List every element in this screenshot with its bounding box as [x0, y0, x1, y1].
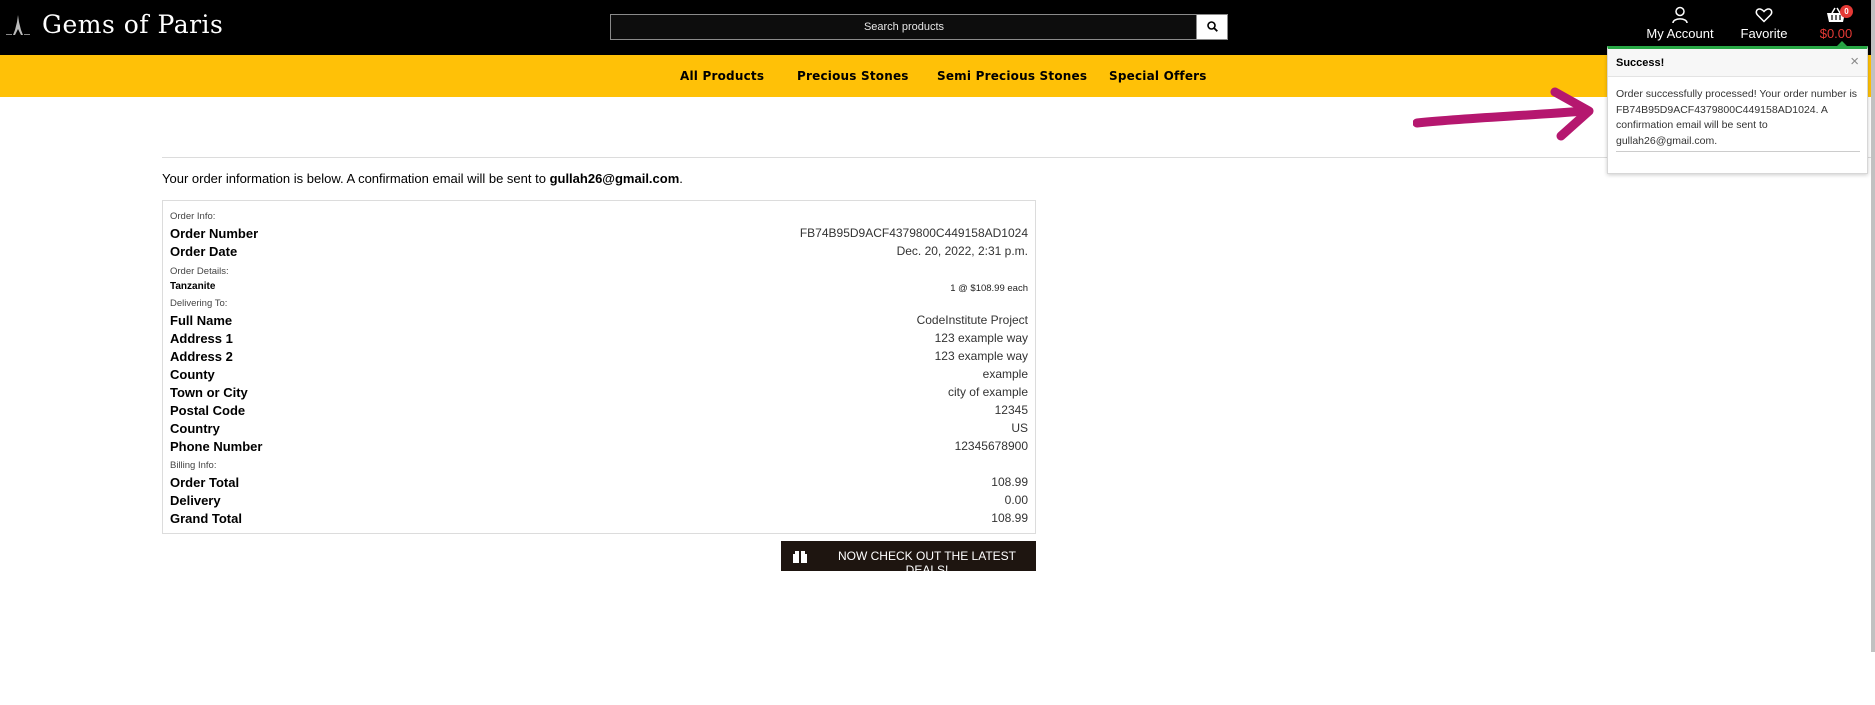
user-icon — [1672, 6, 1688, 24]
search-bar — [610, 14, 1228, 40]
delivery-value: 0.00 — [1004, 493, 1028, 507]
page-scrollbar[interactable] — [1871, 0, 1875, 652]
address2-label: Address 2 — [170, 349, 233, 364]
my-account-link[interactable]: My Account — [1643, 6, 1717, 41]
success-toast: Success! × Order successfully processed!… — [1607, 46, 1868, 174]
order-date-row: Order Date Dec. 20, 2022, 2:31 p.m. — [170, 244, 1028, 260]
grand-total-value: 108.99 — [991, 511, 1028, 525]
latest-deals-button[interactable]: Now check out the latest deals! — [781, 541, 1036, 577]
address2-value: 123 example way — [934, 349, 1028, 363]
nav-special-offers[interactable]: Special Offers — [1109, 69, 1207, 83]
town-value: city of example — [947, 385, 1028, 399]
close-icon[interactable]: × — [1850, 53, 1859, 70]
county-value: example — [982, 367, 1028, 381]
toast-title: Success! — [1616, 57, 1665, 69]
intro-end: . — [679, 171, 683, 186]
toast-divider — [1616, 151, 1860, 152]
nav-precious-stones[interactable]: Precious Stones — [797, 69, 909, 83]
search-icon — [1207, 21, 1218, 32]
order-number-row: Order Number FB74B95D9ACF4379800C449158A… — [170, 226, 1028, 242]
country-row: Country US — [170, 421, 1028, 437]
cart-count-badge: 0 — [1840, 5, 1853, 18]
top-navbar: Gems of Paris My Account Favorite 0 $0.0 — [0, 0, 1875, 55]
country-value: US — [1011, 421, 1028, 435]
order-total-row: Order Total 108.99 — [170, 475, 1028, 491]
delivery-label: Delivery — [170, 493, 221, 508]
order-date-label: Order Date — [170, 244, 238, 259]
postal-code-value: 12345 — [994, 403, 1028, 417]
order-summary-box: Order Info: Order Number FB74B95D9ACF437… — [162, 200, 1036, 534]
full-name-row: Full Name CodeInstitute Project — [170, 313, 1028, 329]
order-date-value: Dec. 20, 2022, 2:31 p.m. — [896, 244, 1028, 258]
nav-all-products[interactable]: All Products — [680, 69, 764, 83]
intro-text: Your order information is below. A confi… — [162, 171, 550, 186]
latest-deals-label: Now check out the latest deals! — [837, 549, 1017, 577]
search-button[interactable] — [1196, 15, 1227, 39]
address1-value: 123 example way — [934, 331, 1028, 345]
full-name-label: Full Name — [170, 313, 233, 328]
favorite-label: Favorite — [1740, 26, 1788, 41]
postal-code-label: Postal Code — [170, 403, 246, 418]
county-label: County — [170, 367, 215, 382]
billing-info-heading: Billing Info: — [170, 460, 217, 471]
address1-row: Address 1 123 example way — [170, 331, 1028, 347]
phone-label: Phone Number — [170, 439, 263, 454]
heart-icon — [1755, 8, 1773, 23]
phone-row: Phone Number 12345678900 — [170, 439, 1028, 455]
eiffel-tower-logo-icon[interactable] — [6, 14, 30, 36]
order-details-heading: Order Details: — [170, 266, 229, 277]
order-total-value: 108.99 — [991, 475, 1028, 489]
order-total-label: Order Total — [170, 475, 240, 490]
brand-logo-text[interactable]: Gems of Paris — [42, 10, 223, 39]
item-name: Tanzanite — [170, 281, 216, 292]
address1-label: Address 1 — [170, 331, 233, 346]
grand-total-row: Grand Total 108.99 — [170, 511, 1028, 527]
county-row: County example — [170, 367, 1028, 383]
address2-row: Address 2 123 example way — [170, 349, 1028, 365]
full-name-value: CodeInstitute Project — [916, 313, 1028, 327]
cart-total: $0.00 — [1819, 26, 1853, 41]
my-account-label: My Account — [1646, 26, 1714, 41]
item-qty-price: 1 @ $108.99 each — [950, 283, 1028, 294]
postal-code-row: Postal Code 12345 — [170, 403, 1028, 419]
town-label: Town or City — [170, 385, 248, 400]
favorite-link[interactable]: Favorite — [1735, 6, 1793, 41]
country-label: Country — [170, 421, 220, 436]
grand-total-label: Grand Total — [170, 511, 242, 526]
shopping-cart-link[interactable]: 0 $0.00 — [1816, 5, 1856, 41]
order-number-value: FB74B95D9ACF4379800C449158AD1024 — [799, 226, 1028, 240]
gift-icon — [793, 551, 807, 563]
search-input[interactable] — [611, 15, 1197, 39]
toast-header: Success! × — [1608, 49, 1867, 77]
delivery-row: Delivery 0.00 — [170, 493, 1028, 509]
order-number-label: Order Number — [170, 226, 259, 241]
toast-message: Order successfully processed! Your order… — [1616, 88, 1858, 147]
annotation-arrow-icon — [1413, 87, 1594, 141]
confirmation-email: gullah26@gmail.com — [549, 171, 680, 186]
nav-semi-precious-stones[interactable]: Semi Precious Stones — [937, 69, 1087, 83]
phone-value: 12345678900 — [954, 439, 1028, 453]
delivering-to-heading: Delivering To: — [170, 298, 228, 309]
order-item-row: Tanzanite 1 @ $108.99 each — [170, 281, 1028, 297]
order-intro-text: Your order information is below. A confi… — [162, 171, 683, 186]
town-row: Town or City city of example — [170, 385, 1028, 401]
order-info-heading: Order Info: — [170, 211, 216, 222]
